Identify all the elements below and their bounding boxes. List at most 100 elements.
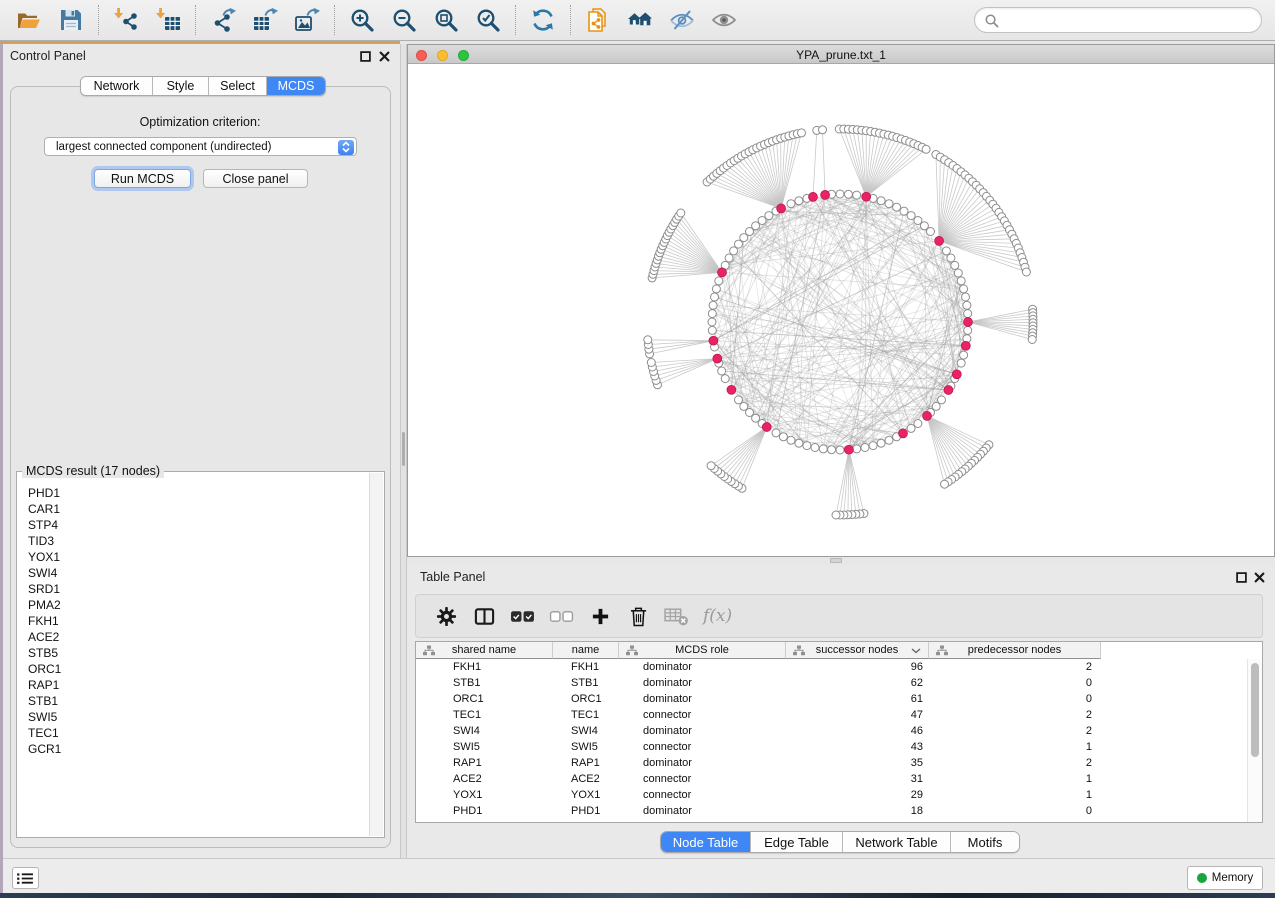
table-cell[interactable]: TEC1	[553, 707, 619, 723]
column-header-predecessor-nodes[interactable]: predecessor nodes	[929, 642, 1101, 659]
delete-columns-icon[interactable]	[626, 603, 650, 629]
column-header-name[interactable]: name	[553, 642, 619, 659]
table-cell[interactable]: ACE2	[553, 771, 619, 787]
mcds-result-list[interactable]: PHD1CAR1STP4TID3YOX1SWI4SRD1PMA2FKH1ACE2…	[18, 485, 368, 836]
horizontal-splitter[interactable]	[407, 557, 1275, 565]
table-cell[interactable]: ORC1	[553, 691, 619, 707]
table-cell[interactable]: dominator	[619, 659, 786, 675]
result-node[interactable]: SWI4	[18, 565, 368, 581]
home-networks-icon[interactable]	[625, 5, 655, 35]
result-node[interactable]: ACE2	[18, 629, 368, 645]
table-cell[interactable]: 1	[929, 771, 1101, 787]
table-cell[interactable]: 2	[929, 755, 1101, 771]
table-cell[interactable]: SWI4	[416, 723, 553, 739]
table-cell[interactable]: ORC1	[416, 691, 553, 707]
result-node[interactable]: YOX1	[18, 549, 368, 565]
close-panel-icon[interactable]	[1254, 572, 1265, 583]
tab-motifs[interactable]: Motifs	[951, 832, 1019, 852]
import-table-icon[interactable]	[153, 5, 183, 35]
scrollbar-thumb[interactable]	[1251, 663, 1259, 757]
table-cell[interactable]: 18	[786, 803, 929, 819]
table-cell[interactable]: dominator	[619, 691, 786, 707]
table-cell[interactable]: 61	[786, 691, 929, 707]
result-node[interactable]: STB1	[18, 693, 368, 709]
tab-style[interactable]: Style	[153, 77, 209, 95]
memory-button[interactable]: Memory	[1187, 866, 1263, 890]
table-row[interactable]: STB1STB1dominator620	[416, 675, 1262, 691]
column-header-MCDS-role[interactable]: MCDS role	[619, 642, 786, 659]
close-panel-button[interactable]: Close panel	[203, 169, 308, 188]
select-all-rows-icon[interactable]	[510, 603, 535, 629]
network-window-titlebar[interactable]: YPA_prune.txt_1	[408, 45, 1274, 64]
table-cell[interactable]: 96	[786, 659, 929, 675]
table-cell[interactable]: connector	[619, 707, 786, 723]
table-cell[interactable]: 2	[929, 707, 1101, 723]
tab-network[interactable]: Network	[81, 77, 153, 95]
table-row[interactable]: PHD1PHD1dominator180	[416, 803, 1262, 819]
table-cell[interactable]: dominator	[619, 723, 786, 739]
table-cell[interactable]: FKH1	[553, 659, 619, 675]
table-cell[interactable]: RAP1	[553, 755, 619, 771]
result-node[interactable]: STP4	[18, 517, 368, 533]
table-cell[interactable]: RAP1	[416, 755, 553, 771]
result-node[interactable]: RAP1	[18, 677, 368, 693]
table-row[interactable]: RAP1RAP1dominator352	[416, 755, 1262, 771]
table-cell[interactable]: 29	[786, 787, 929, 803]
tab-node-table[interactable]: Node Table	[661, 832, 751, 852]
result-node[interactable]: ORC1	[18, 661, 368, 677]
float-panel-icon[interactable]	[360, 51, 371, 62]
result-node[interactable]: SRD1	[18, 581, 368, 597]
table-cell[interactable]: SWI5	[553, 739, 619, 755]
result-node[interactable]: SWI5	[18, 709, 368, 725]
table-cell[interactable]: dominator	[619, 675, 786, 691]
network-canvas[interactable]	[408, 64, 1274, 556]
export-table-icon[interactable]	[250, 5, 280, 35]
table-cell[interactable]: 62	[786, 675, 929, 691]
result-node[interactable]: TEC1	[18, 725, 368, 741]
zoom-out-icon[interactable]	[389, 5, 419, 35]
table-cell[interactable]: 1	[929, 739, 1101, 755]
open-session-icon[interactable]	[14, 5, 44, 35]
result-node[interactable]: GCR1	[18, 741, 368, 757]
table-cell[interactable]: 43	[786, 739, 929, 755]
result-node[interactable]: STB5	[18, 645, 368, 661]
table-cell[interactable]: 0	[929, 691, 1101, 707]
table-cell[interactable]: connector	[619, 787, 786, 803]
show-columns-icon[interactable]	[472, 603, 496, 629]
result-node[interactable]: FKH1	[18, 613, 368, 629]
network-graph[interactable]	[408, 64, 1274, 556]
table-row[interactable]: SWI5SWI5connector431	[416, 739, 1262, 755]
table-cell[interactable]: 2	[929, 659, 1101, 675]
table-cell[interactable]: dominator	[619, 803, 786, 819]
network-from-clipboard-icon[interactable]	[583, 5, 613, 35]
result-node[interactable]: PMA2	[18, 597, 368, 613]
save-session-icon[interactable]	[56, 5, 86, 35]
table-cell[interactable]: 31	[786, 771, 929, 787]
splitter-grip[interactable]	[402, 432, 405, 466]
close-panel-icon[interactable]	[379, 51, 390, 62]
table-cell[interactable]: STB1	[553, 675, 619, 691]
table-cell[interactable]: ACE2	[416, 771, 553, 787]
table-row[interactable]: YOX1YOX1connector291	[416, 787, 1262, 803]
table-row[interactable]: FKH1FKH1dominator962	[416, 659, 1262, 675]
criterion-select[interactable]: largest connected component (undirected)	[44, 137, 357, 156]
table-cell[interactable]: STB1	[416, 675, 553, 691]
table-cell[interactable]: connector	[619, 739, 786, 755]
table-cell[interactable]: PHD1	[416, 803, 553, 819]
result-node[interactable]: CAR1	[18, 501, 368, 517]
table-cell[interactable]: 47	[786, 707, 929, 723]
search-input[interactable]	[1004, 13, 1261, 27]
table-cell[interactable]: SWI5	[416, 739, 553, 755]
result-node[interactable]: PHD1	[18, 485, 368, 501]
search-field[interactable]	[974, 7, 1262, 33]
table-cell[interactable]: dominator	[619, 755, 786, 771]
table-cell[interactable]: PHD1	[553, 803, 619, 819]
zoom-fit-icon[interactable]	[431, 5, 461, 35]
zoom-in-icon[interactable]	[347, 5, 377, 35]
table-settings-icon[interactable]	[434, 603, 458, 629]
tab-edge-table[interactable]: Edge Table	[751, 832, 843, 852]
task-history-button[interactable]	[12, 867, 39, 889]
table-cell[interactable]: 0	[929, 675, 1101, 691]
export-network-icon[interactable]	[208, 5, 238, 35]
refresh-layout-icon[interactable]	[528, 5, 558, 35]
